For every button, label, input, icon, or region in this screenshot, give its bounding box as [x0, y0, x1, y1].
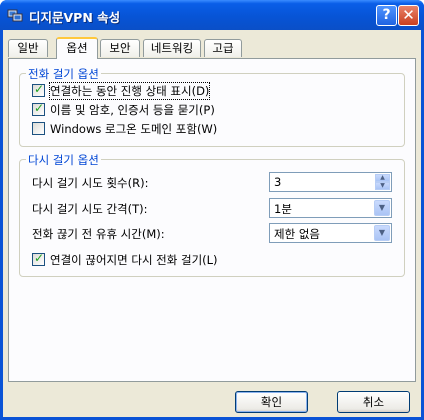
tab-advanced[interactable]: 고급 [204, 39, 242, 57]
chevron-down-icon[interactable]: ▼ [374, 225, 390, 241]
check-mark-icon: ✓ [34, 82, 45, 96]
help-button[interactable]: ? [376, 5, 397, 26]
network-connection-icon [7, 7, 23, 23]
redial-attempts-label: 다시 걸기 시도 횟수(R): [32, 176, 149, 190]
spinner-buttons: ▲ ▼ [375, 174, 390, 190]
check-mark-icon: ✓ [34, 251, 45, 265]
dialog-window: 디지문VPN 속성 ? ✕ 일반 옵션 보안 네트워킹 고급 전화 걸기 옵션 … [0, 0, 424, 420]
redial-options-group: 다시 걸기 옵션 다시 걸기 시도 횟수(R): 3 ▲ ▼ 다시 걸기 시도 … [19, 152, 405, 277]
idle-time-select[interactable]: 제한 없음 ▼ [269, 223, 392, 243]
redial-attempts-value: 3 [274, 175, 282, 189]
show-progress-label: 연결하는 동안 진행 상태 표시(D) [48, 82, 211, 100]
options-tab-panel: 전화 걸기 옵션 ✓ 연결하는 동안 진행 상태 표시(D) ✓ 이름 및 암호… [8, 58, 416, 382]
tab-security[interactable]: 보안 [100, 39, 140, 57]
checkbox-box: ✓ [32, 82, 45, 97]
cancel-button[interactable]: 취소 [337, 391, 410, 413]
tab-networking[interactable]: 네트워킹 [143, 39, 201, 57]
ok-button[interactable]: 확인 [235, 391, 308, 413]
redial-attempts-spinner[interactable]: 3 ▲ ▼ [269, 172, 392, 192]
redial-if-dropped-label: 연결이 끊어지면 다시 전화 걸기(L) [50, 253, 218, 267]
chevron-down-icon[interactable]: ▼ [374, 200, 390, 216]
checkbox-box: ✓ [32, 101, 45, 116]
include-domain-label: Windows 로그온 도메인 포함(W) [50, 122, 218, 136]
close-button[interactable]: ✕ [398, 5, 419, 26]
spin-up-button[interactable]: ▲ [375, 174, 390, 182]
redial-interval-value: 1분 [274, 202, 292, 216]
dialog-client-area: 일반 옵션 보안 네트워킹 고급 전화 걸기 옵션 ✓ 연결하는 동안 진행 상… [3, 30, 421, 417]
idle-time-label: 전화 끊기 전 유휴 시간(M): [32, 227, 165, 241]
tab-general[interactable]: 일반 [8, 39, 48, 57]
check-mark-icon: ✓ [34, 101, 45, 115]
close-icon: ✕ [402, 6, 415, 24]
tab-options[interactable]: 옵션 [56, 37, 98, 59]
checkbox-box [32, 122, 45, 135]
dialing-options-group: 전화 걸기 옵션 ✓ 연결하는 동안 진행 상태 표시(D) ✓ 이름 및 암호… [19, 66, 405, 147]
prompt-credentials-label: 이름 및 암호, 인증서 등을 묻기(P) [50, 103, 215, 117]
title-bar[interactable]: 디지문VPN 속성 ? ✕ [0, 0, 424, 30]
redial-interval-select[interactable]: 1분 ▼ [269, 198, 392, 218]
spin-down-button[interactable]: ▼ [375, 182, 390, 190]
dialing-options-title: 전화 걸기 옵션 [26, 66, 101, 82]
checkbox-box: ✓ [32, 251, 45, 266]
redial-options-title: 다시 걸기 옵션 [26, 152, 101, 168]
window-title: 디지문VPN 속성 [29, 10, 121, 25]
help-icon: ? [382, 7, 391, 23]
idle-time-value: 제한 없음 [274, 227, 320, 241]
redial-interval-label: 다시 걸기 시도 간격(T): [32, 202, 148, 216]
